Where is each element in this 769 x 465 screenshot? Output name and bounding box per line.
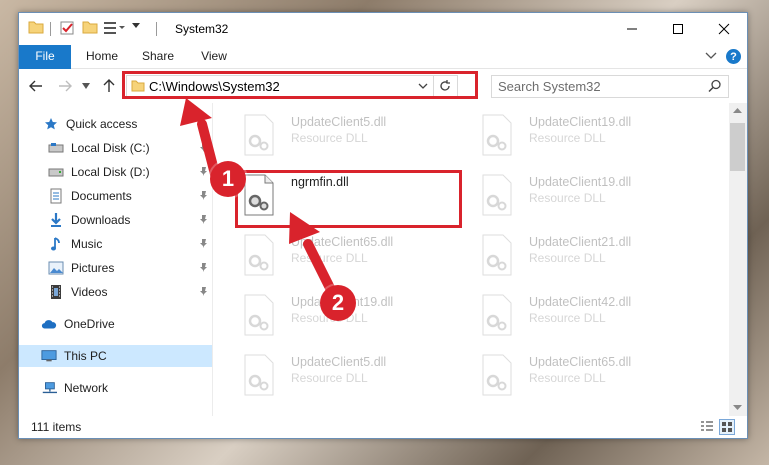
arrow-1 [180, 98, 221, 183]
annotation-arrows [180, 98, 335, 293]
step-badge-1: 1 [210, 161, 246, 197]
step-badge-2: 2 [320, 285, 356, 321]
arrow-2 [289, 212, 335, 293]
